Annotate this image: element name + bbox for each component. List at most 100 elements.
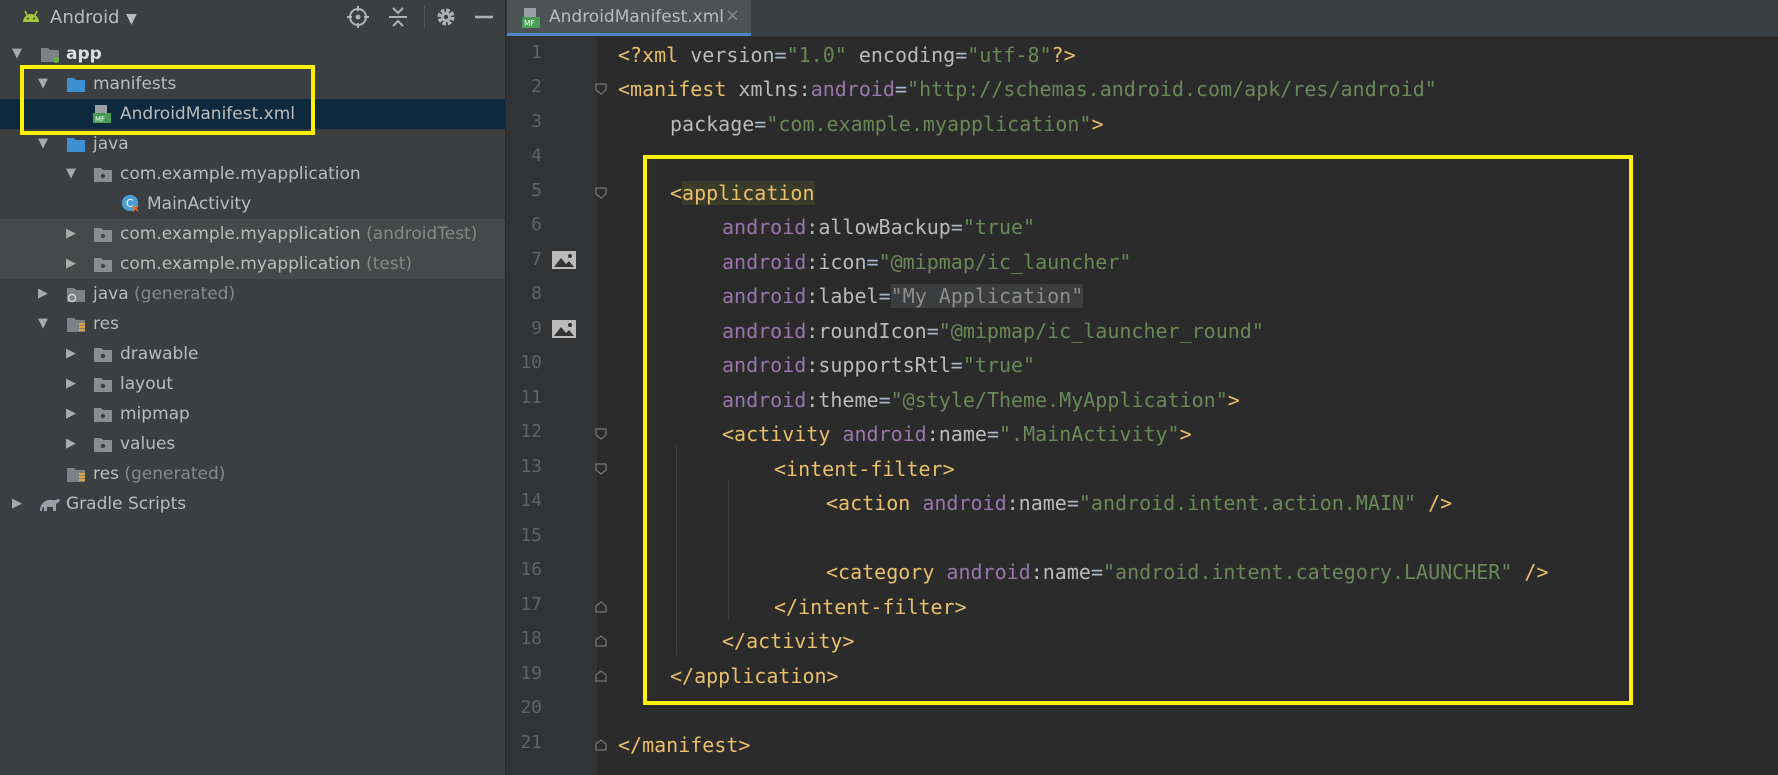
expand-arrow-icon[interactable]: ▶ [66,399,76,429]
tree-item-drawable[interactable]: ▶ drawable [0,339,505,369]
tree-item-gradle-scripts[interactable]: ▶ Gradle Scripts [0,489,505,519]
image-preview-icon[interactable] [551,319,577,339]
line-number: 18 [520,628,542,649]
android-studio-window: Android ▼ ▼ app ▼ manifests MF AndroidMa… [0,0,1778,775]
tree-item-androidmanifest[interactable]: MF AndroidManifest.xml [0,99,505,129]
line-number: 5 [531,180,542,201]
line-number: 4 [531,145,542,166]
folder-icon [67,138,85,152]
package-icon [94,348,112,362]
code-line-16: <category android:name="android.intent.c… [826,560,1549,584]
tree-item-mipmap[interactable]: ▶ mipmap [0,399,505,429]
tree-item-app[interactable]: ▼ app [0,39,505,69]
code-line-12: <activity android:name=".MainActivity"> [722,422,1192,446]
code-line-11: android:theme="@style/Theme.MyApplicatio… [722,388,1240,412]
tree-item-res[interactable]: ▼ res [0,309,505,339]
tree-item-java[interactable]: ▼ java [0,129,505,159]
tree-item-package-test[interactable]: ▶ com.example.myapplication (test) [0,249,505,279]
fold-marker-icon[interactable] [595,187,607,199]
gear-icon[interactable] [434,5,458,29]
class-icon: C [121,194,139,212]
line-number: 13 [520,456,542,477]
fold-marker-icon[interactable] [595,463,607,475]
expand-arrow-icon[interactable]: ▶ [66,339,76,369]
android-logo-icon [23,10,39,22]
line-number: 7 [531,249,542,270]
tree-item-layout[interactable]: ▶ layout [0,369,505,399]
line-number: 12 [520,421,542,442]
image-preview-icon[interactable] [551,250,577,270]
code-line-7: android:icon="@mipmap/ic_launcher" [722,250,1132,274]
chevron-down-icon[interactable]: ▼ [126,11,137,27]
expand-arrow-icon[interactable]: ▼ [38,129,48,159]
line-number: 2 [531,76,542,97]
folded-string-resource[interactable]: "My Application" [890,284,1084,308]
target-icon[interactable] [346,5,370,29]
manifest-file-icon: MF [522,8,540,28]
code-line-8: android:label="My Application" [722,284,1084,308]
package-icon [94,258,112,272]
svg-text:MF: MF [524,19,535,28]
expand-arrow-icon[interactable]: ▼ [66,159,76,189]
expand-arrow-icon[interactable]: ▶ [12,489,22,519]
line-number: 10 [520,352,542,373]
svg-text:C: C [126,197,134,210]
package-icon [94,378,112,392]
line-number: 17 [520,594,542,615]
expand-arrow-icon[interactable]: ▶ [38,279,48,309]
code-line-1: <?xml version="1.0" encoding="utf-8"?> [618,43,1076,67]
expand-arrow-icon[interactable]: ▼ [12,39,22,69]
tree-item-java-generated[interactable]: ▶ java (generated) [0,279,505,309]
line-number: 21 [520,732,542,753]
line-number: 8 [531,283,542,304]
line-number: 15 [520,525,542,546]
code-line-5: <application [670,181,815,205]
folder-icon [67,78,85,92]
code-line-2: <manifest xmlns:android="http://schemas.… [618,77,1437,101]
tree-item-package[interactable]: ▼ com.example.myapplication [0,159,505,189]
line-number: 3 [531,111,542,132]
expand-arrow-icon[interactable]: ▶ [66,219,76,249]
line-number: 19 [520,663,542,684]
fold-marker-icon[interactable] [595,601,607,613]
line-number: 9 [531,318,542,339]
indent-guide [728,479,729,619]
fold-marker-icon[interactable] [595,739,607,751]
expand-arrow-icon[interactable]: ▼ [38,69,48,99]
code-line-17: </intent-filter> [774,595,967,619]
tab-androidmanifest[interactable]: MF AndroidManifest.xml × [507,0,751,36]
code-line-18: </activity> [722,629,855,653]
tree-item-values[interactable]: ▶ values [0,429,505,459]
project-panel-header: Android ▼ [0,0,505,36]
line-number: 20 [520,697,542,718]
expand-arrow-icon[interactable]: ▶ [66,249,76,279]
line-number: 1 [531,42,542,63]
expand-arrow-icon[interactable]: ▶ [66,429,76,459]
fold-marker-icon[interactable] [595,428,607,440]
tree-item-res-generated[interactable]: res (generated) [0,459,505,489]
svg-text:MF: MF [95,116,105,124]
fold-marker-icon[interactable] [595,635,607,647]
expand-arrow-icon[interactable]: ▶ [66,369,76,399]
project-view-selector[interactable]: Android [50,7,120,28]
package-icon [94,438,112,452]
collapse-icon[interactable] [386,5,410,29]
indent-guide [676,445,677,655]
tree-item-manifests[interactable]: ▼ manifests [0,69,505,99]
fold-marker-icon[interactable] [595,670,607,682]
project-panel: Android ▼ ▼ app ▼ manifests MF AndroidMa… [0,0,505,775]
code-line-10: android:supportsRtl="true" [722,353,1036,377]
tree-item-mainactivity[interactable]: C MainActivity [0,189,505,219]
code-line-14: <action android:name="android.intent.act… [826,491,1453,515]
generated-folder-icon [67,288,85,303]
code-area[interactable]: <?xml version="1.0" encoding="utf-8"?> <… [612,37,1772,775]
line-number: 14 [520,490,542,511]
toolbar-divider [424,6,425,28]
code-line-19: </application> [670,664,839,688]
expand-arrow-icon[interactable]: ▼ [38,309,48,339]
close-icon[interactable]: × [725,5,740,26]
code-editor: MF AndroidManifest.xml × 1 2 3 4 5 6 7 8… [506,0,1778,775]
tree-item-package-androidtest[interactable]: ▶ com.example.myapplication (androidTest… [0,219,505,249]
minimize-icon[interactable] [472,5,496,29]
fold-marker-icon[interactable] [595,83,607,95]
